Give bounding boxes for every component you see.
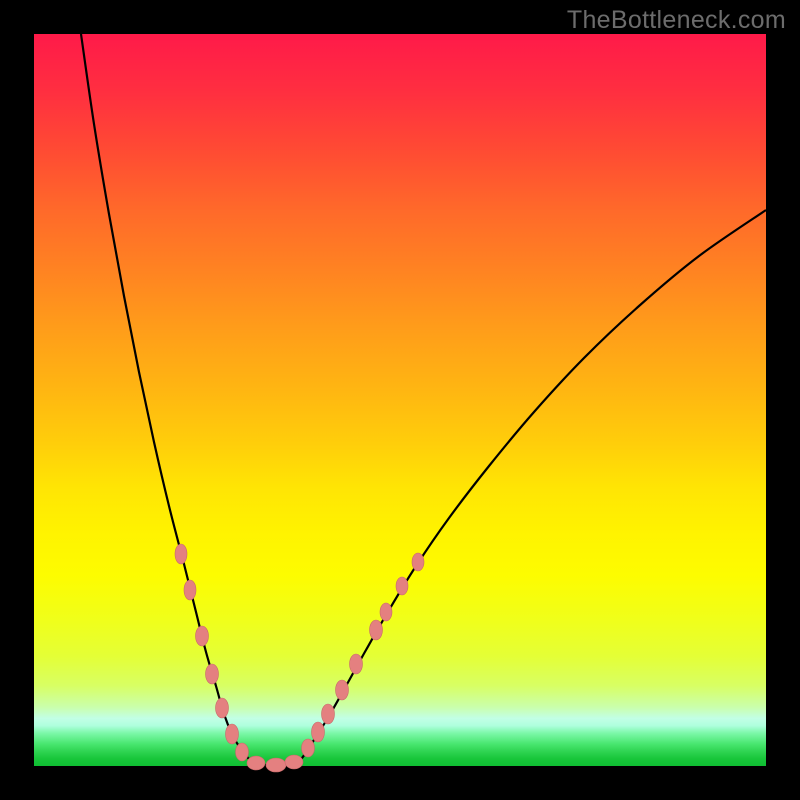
watermark-text: TheBottleneck.com: [567, 6, 786, 35]
plot-area: [34, 34, 766, 766]
right-marker-5: [350, 654, 363, 674]
left-marker-1: [236, 743, 249, 761]
bottleneck-curve: [81, 34, 766, 766]
right-marker-7: [380, 603, 392, 621]
valley-marker-2: [266, 758, 286, 772]
right-marker-3: [322, 704, 335, 724]
right-marker-4: [336, 680, 349, 700]
valley-marker-1: [247, 756, 265, 770]
right-marker-2: [312, 722, 325, 742]
left-marker-3: [216, 698, 229, 718]
right-marker-9: [412, 553, 424, 571]
curve-group: [81, 34, 766, 766]
left-marker-7: [175, 544, 187, 564]
chart-frame: TheBottleneck.com: [0, 0, 800, 800]
curve-svg: [34, 34, 766, 766]
right-marker-6: [370, 620, 383, 640]
right-marker-1: [302, 739, 315, 757]
marker-group: [175, 544, 424, 772]
right-marker-8: [396, 577, 408, 595]
left-marker-4: [206, 664, 219, 684]
left-marker-2: [226, 724, 239, 744]
valley-marker-3: [285, 755, 303, 769]
left-marker-6: [184, 580, 196, 600]
left-marker-5: [196, 626, 209, 646]
